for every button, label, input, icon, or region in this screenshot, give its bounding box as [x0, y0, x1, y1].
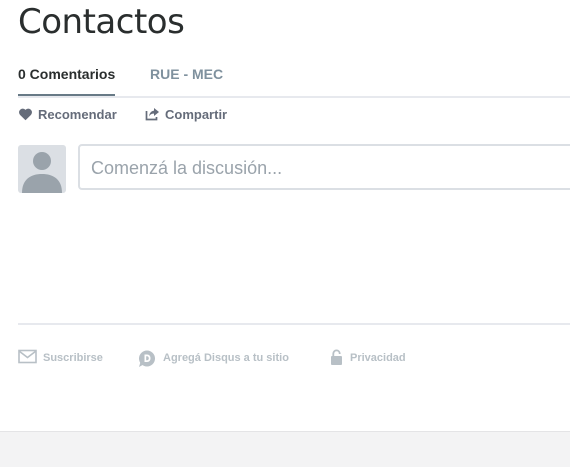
comment-input[interactable]: Comenzá la discusión... [78, 144, 570, 190]
comment-tabs: 0 Comentarios RUE - MEC [18, 64, 570, 98]
comment-input-placeholder: Comenzá la discusión... [91, 158, 283, 178]
lock-icon [330, 349, 343, 372]
disqus-logo-icon [137, 349, 156, 374]
share-button[interactable]: Compartir [145, 106, 235, 124]
tab-forum[interactable]: RUE - MEC [150, 64, 223, 94]
avatar [18, 145, 66, 193]
bottom-bar [0, 431, 570, 467]
recommend-button[interactable]: Recomendar [18, 106, 118, 124]
subscribe-link[interactable]: Suscribirse [18, 349, 110, 367]
envelope-icon [18, 349, 37, 370]
heart-icon [18, 107, 34, 123]
footer-divider [18, 323, 570, 325]
page-title: Contactos [18, 2, 185, 42]
subscribe-label: Suscribirse [43, 352, 103, 364]
share-icon [145, 107, 161, 123]
add-disqus-link[interactable]: Agregá Disqus a tu sitio [137, 349, 301, 367]
share-label: Compartir [165, 107, 228, 122]
recommend-label: Recomendar [38, 107, 117, 122]
user-avatar-icon [22, 152, 62, 193]
tab-comments[interactable]: 0 Comentarios [18, 64, 116, 96]
privacy-link[interactable]: Privacidad [330, 349, 412, 367]
privacy-label: Privacidad [350, 352, 406, 364]
add-disqus-label: Agregá Disqus a tu sitio [163, 352, 289, 364]
